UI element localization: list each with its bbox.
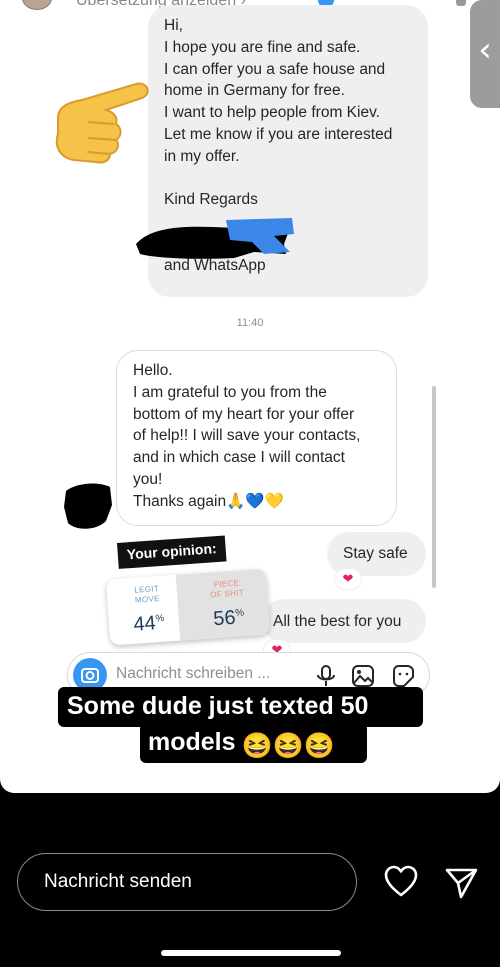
message-input[interactable]: [116, 665, 288, 683]
scrollbar[interactable]: [432, 386, 436, 588]
header-edge-icon: [456, 0, 466, 6]
message-timestamp: 11:40: [236, 317, 264, 329]
story-reply-field[interactable]: [17, 853, 357, 911]
heart-icon[interactable]: [383, 864, 419, 900]
home-indicator: [161, 950, 341, 956]
story-caption-line-1: Some dude just texted 50: [58, 687, 423, 727]
poll-option-legit[interactable]: LEGIT MOVE 44%: [106, 574, 190, 645]
story-frame: Übersetzung anzeigen › ‹ Hi, I hope you …: [0, 0, 500, 793]
redaction-scribble: [64, 483, 112, 529]
avatar[interactable]: [22, 0, 52, 10]
poll-title: Your opinion:: [117, 535, 227, 569]
poll-option-percent: 56%: [212, 606, 245, 631]
story-caption-line-2: models 😆😆😆: [140, 723, 367, 763]
heart-reaction-icon[interactable]: ❤: [335, 569, 361, 589]
poll-option-piece[interactable]: PIECE OF SHIT 56%: [186, 568, 270, 639]
sticker-icon[interactable]: [390, 663, 416, 689]
gallery-icon[interactable]: [350, 663, 376, 689]
microphone-icon[interactable]: [313, 663, 339, 689]
pointing-hand-emoji: [55, 82, 149, 164]
laughing-emoji-icon: 😆😆😆: [241, 732, 335, 760]
chevron-left-icon[interactable]: ‹: [470, 30, 500, 70]
poll-sticker[interactable]: LEGIT MOVE 44% PIECE OF SHIT 56%: [105, 568, 271, 646]
poll-option-label: PIECE OF SHIT: [210, 578, 245, 600]
reply-input[interactable]: [44, 871, 334, 893]
incoming-message-bubble: All the best for you: [262, 599, 426, 643]
poll-option-label: LEGIT MOVE: [134, 583, 161, 605]
send-icon[interactable]: [443, 865, 479, 901]
poll-option-percent: 44%: [132, 612, 165, 636]
outgoing-message-bubble: Hello. I am grateful to you from the bot…: [116, 350, 397, 526]
redaction-scribble: [136, 218, 294, 259]
